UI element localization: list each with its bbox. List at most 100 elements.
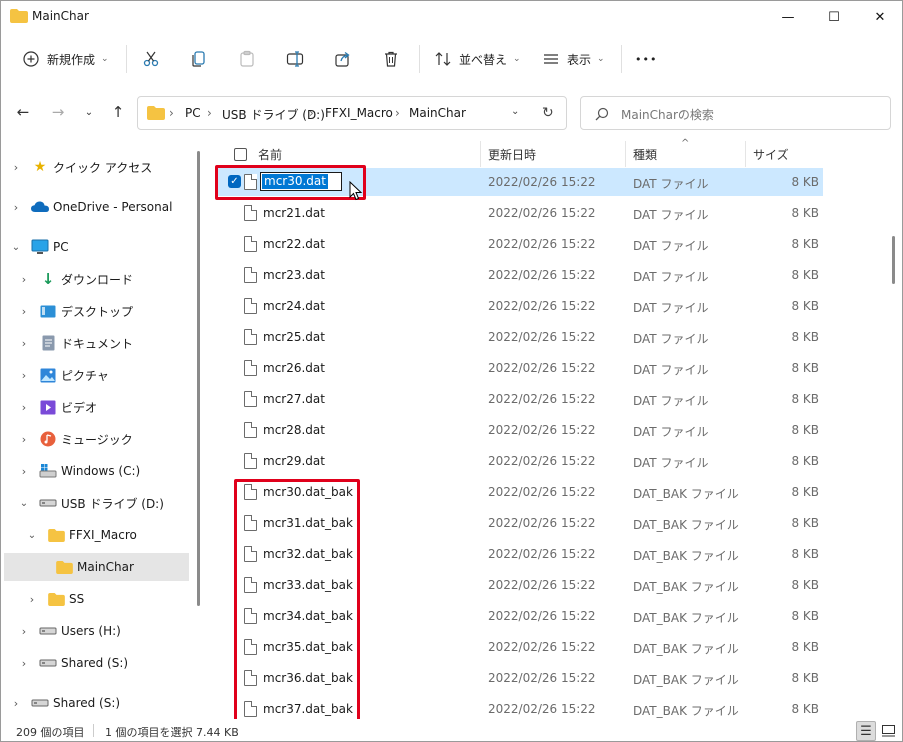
nav-scrollbar[interactable] [197, 151, 200, 606]
file-row[interactable]: mcr24.dat 2022/02/26 15:22 DAT ファイル 8 KB [217, 292, 823, 320]
file-list-scrollbar[interactable] [892, 236, 895, 284]
nav-item-pc[interactable]: ⌄ PC [4, 233, 189, 261]
file-row[interactable]: mcr27.dat 2022/02/26 15:22 DAT ファイル 8 KB [217, 385, 823, 413]
nav-item-quick-access[interactable]: › ★ クイック アクセス [4, 153, 189, 181]
file-row[interactable]: mcr26.dat 2022/02/26 15:22 DAT ファイル 8 KB [217, 354, 823, 382]
folder-icon [10, 9, 28, 23]
maximize-button[interactable]: ☐ [811, 1, 857, 33]
drive-icon [31, 695, 49, 711]
recent-locations-button[interactable]: ⌄ [78, 101, 100, 123]
nav-item-shared-s[interactable]: › Shared (S:) [4, 649, 189, 677]
share-button[interactable] [333, 44, 353, 74]
nav-item-desktop[interactable]: › デスクトップ [4, 297, 189, 325]
large-icons-view-button[interactable] [878, 721, 898, 741]
breadcrumb-mainchar[interactable]: MainChar [409, 106, 466, 120]
nav-item-onedrive[interactable]: › OneDrive - Personal [4, 193, 189, 221]
chevron-down-icon[interactable]: ⌄ [9, 242, 23, 253]
chevron-right-icon: › [395, 106, 400, 120]
chevron-right-icon[interactable]: › [17, 273, 31, 286]
status-bar: 209 個の項目 1 個の項目を選択 7.44 KB ☰ [1, 719, 902, 741]
view-button[interactable]: 表示 ⌄ [541, 44, 605, 74]
file-row[interactable]: mcr28.dat 2022/02/26 15:22 DAT ファイル 8 KB [217, 416, 823, 444]
chevron-right-icon[interactable]: › [17, 401, 31, 414]
delete-button[interactable] [381, 44, 401, 74]
nav-item-videos[interactable]: › ビデオ [4, 393, 189, 421]
refresh-icon[interactable]: ↻ [542, 105, 554, 121]
address-history-button[interactable]: ⌄ [511, 106, 519, 117]
nav-item-ffxi-macro[interactable]: ⌄ FFXI_Macro [4, 521, 189, 549]
star-icon: ★ [33, 159, 47, 175]
column-header-type[interactable]: 種類 [633, 141, 657, 167]
nav-item-windows-c[interactable]: › Windows (C:) [4, 457, 189, 485]
file-row[interactable]: mcr22.dat 2022/02/26 15:22 DAT ファイル 8 KB [217, 230, 823, 258]
drive-icon [39, 655, 57, 671]
select-all-checkbox[interactable] [234, 147, 247, 161]
nav-item-pictures[interactable]: › ピクチャ [4, 361, 189, 389]
forward-button[interactable]: → [47, 101, 69, 123]
close-button[interactable]: ✕ [857, 1, 902, 33]
paste-icon [237, 49, 257, 69]
chevron-right-icon[interactable]: › [17, 305, 31, 318]
chevron-down-icon[interactable]: ⌄ [25, 530, 39, 541]
file-row[interactable]: mcr23.dat 2022/02/26 15:22 DAT ファイル 8 KB [217, 261, 823, 289]
up-button[interactable]: ↑ [107, 101, 129, 123]
address-bar[interactable]: › PC › USB ドライブ (D:) › FFXI_Macro › Main… [137, 96, 567, 130]
chevron-right-icon[interactable]: › [17, 369, 31, 382]
rename-icon [285, 49, 305, 69]
file-icon [244, 391, 257, 407]
copy-button[interactable] [189, 44, 209, 74]
highlight-box-renamed-file [215, 165, 366, 200]
chevron-down-icon: ⌄ [597, 54, 605, 64]
chevron-right-icon[interactable]: › [17, 337, 31, 350]
folder-icon [147, 106, 165, 120]
column-divider[interactable] [745, 141, 746, 167]
folder-icon [47, 591, 65, 607]
file-row[interactable]: mcr25.dat 2022/02/26 15:22 DAT ファイル 8 KB [217, 323, 823, 351]
nav-item-documents[interactable]: › ドキュメント [4, 329, 189, 357]
column-header-size[interactable]: サイズ [753, 141, 789, 167]
file-row[interactable]: mcr29.dat 2022/02/26 15:22 DAT ファイル 8 KB [217, 447, 823, 475]
toolbar-divider [126, 45, 127, 73]
chevron-down-icon[interactable]: ⌄ [17, 498, 31, 509]
details-view-button[interactable]: ☰ [856, 721, 876, 741]
drive-icon [39, 623, 57, 639]
address-row: ← → ⌄ ↑ › PC › USB ドライブ (D:) › FFXI_Macr… [1, 93, 902, 133]
search-box[interactable]: MainCharの検索 [580, 96, 891, 130]
column-divider[interactable] [480, 141, 481, 167]
new-button[interactable]: 新規作成 ⌄ [21, 44, 109, 74]
copy-icon [189, 49, 209, 69]
chevron-right-icon[interactable]: › [25, 593, 39, 606]
nav-item-mainchar[interactable]: MainChar [4, 553, 189, 581]
nav-item-ss[interactable]: › SS [4, 585, 189, 613]
nav-item-usb-drive[interactable]: ⌄ USB ドライブ (D:) [4, 489, 189, 517]
chevron-right-icon[interactable]: › [17, 465, 31, 478]
file-row[interactable]: mcr21.dat 2022/02/26 15:22 DAT ファイル 8 KB [217, 199, 823, 227]
nav-item-downloads[interactable]: › ↓ ダウンロード [4, 265, 189, 293]
column-header-name[interactable]: 名前 [234, 141, 282, 167]
breadcrumb-ffxi-macro[interactable]: FFXI_Macro [325, 106, 393, 120]
trash-icon [381, 49, 401, 69]
view-label: 表示 [567, 52, 592, 67]
paste-button[interactable] [237, 44, 257, 74]
chevron-right-icon[interactable]: › [17, 657, 31, 670]
sort-button[interactable]: 並べ替え ⌄ [433, 44, 521, 74]
more-options-button[interactable]: ••• [635, 44, 657, 74]
column-header-date[interactable]: 更新日時 [488, 141, 536, 167]
chevron-right-icon[interactable]: › [17, 433, 31, 446]
rename-button[interactable] [285, 44, 305, 74]
nav-item-music[interactable]: › ミュージック [4, 425, 189, 453]
mouse-cursor-icon [349, 181, 363, 201]
file-icon [244, 329, 257, 345]
chevron-right-icon[interactable]: › [9, 201, 23, 214]
nav-item-users-h[interactable]: › Users (H:) [4, 617, 189, 645]
nav-item-shared-s-network[interactable]: › Shared (S:) [4, 689, 189, 717]
minimize-button[interactable]: — [765, 1, 811, 33]
back-button[interactable]: ← [12, 101, 34, 123]
chevron-right-icon[interactable]: › [9, 161, 23, 174]
breadcrumb-pc[interactable]: PC [185, 106, 201, 120]
file-icon [244, 453, 257, 469]
column-divider[interactable] [625, 141, 626, 167]
chevron-right-icon[interactable]: › [9, 697, 23, 710]
chevron-right-icon[interactable]: › [17, 625, 31, 638]
cut-button[interactable] [141, 44, 161, 74]
